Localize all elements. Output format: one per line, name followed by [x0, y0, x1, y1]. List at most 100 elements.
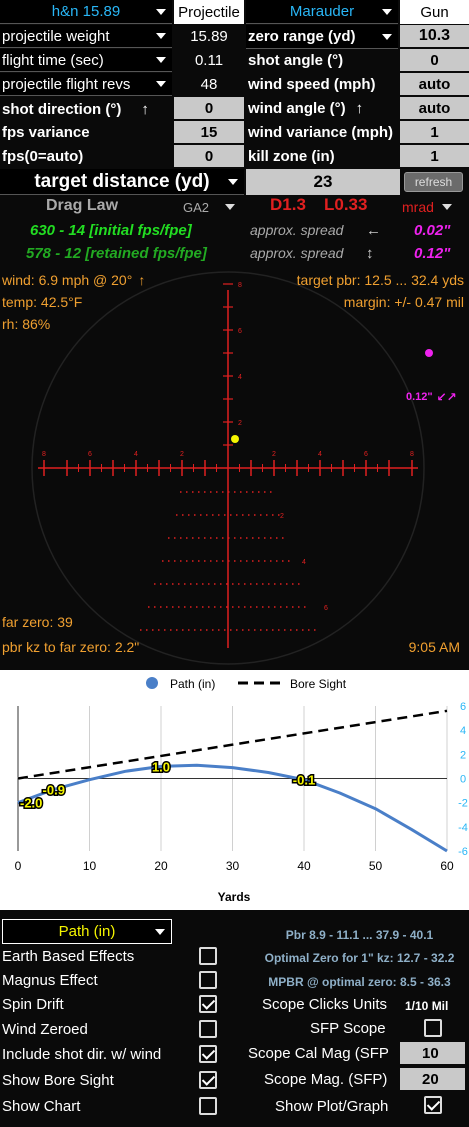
time-readout: 9:05 AM [408, 639, 460, 655]
reticle-h-label: 6 [364, 451, 368, 458]
chart-ticks: 0 10 20 30 40 50 606420-2-4-6 [15, 701, 468, 873]
up-arrow-icon: ↑ [141, 101, 149, 118]
spread-note-text: 0.12" [406, 391, 433, 403]
fps-variance-label: fps variance [2, 124, 90, 141]
chart-y-tick-label: 0 [460, 774, 466, 786]
gun-select[interactable]: Marauder [246, 0, 398, 24]
flight-revs-select[interactable]: projectile flight revs [0, 73, 172, 96]
chevron-down-icon [156, 33, 166, 39]
unit-select[interactable]: mrad [402, 198, 468, 216]
show-plot-checkbox[interactable] [424, 1096, 442, 1114]
chevron-down-icon [382, 33, 392, 40]
up-down-arrow-icon: ↕ [366, 244, 374, 262]
kill-zone-label: kill zone (in) [248, 148, 335, 165]
chart-x-tick-label: 20 [154, 859, 168, 873]
reticle-v-label: 2 [238, 420, 242, 427]
scope-mag-input[interactable]: 20 [400, 1068, 465, 1090]
reticle-v-label: 4 [238, 374, 242, 381]
zero-range-select[interactable]: zero range (yd) [246, 25, 398, 49]
target-distance-select[interactable]: target distance (yd) [0, 169, 244, 195]
reticle-h-label: 4 [134, 451, 138, 458]
chart-data-label: 1.0 [152, 759, 170, 774]
caliber-select[interactable]: h&n 15.89 [0, 0, 172, 24]
chart-x-tick-label: 50 [369, 859, 383, 873]
shot-direction-input[interactable]: 0 [174, 97, 244, 119]
chart-x-tick-label: 10 [83, 859, 97, 873]
tab-projectile[interactable]: Projectile [174, 0, 244, 24]
sfp-scope-label: SFP Scope [310, 1019, 386, 1037]
d-value: D1.3 [270, 195, 306, 214]
wind-speed-input[interactable]: auto [400, 73, 469, 95]
option-checkbox[interactable] [199, 1097, 217, 1115]
impact-point [231, 435, 239, 443]
flight-time-select[interactable]: flight time (sec) [0, 49, 172, 72]
scope-view: 8 6 4 2 2 4 6 8 8 6 4 2 2 4 6 wind: 6.9 mph @ 20° ↑ te… [0, 266, 469, 666]
chart-y-tick-label: -6 [458, 846, 468, 858]
reticle-h-label: 6 [88, 451, 92, 458]
shot-direction-text: shot direction (°) [2, 101, 122, 118]
scope-cal-mag-input[interactable]: 10 [400, 1042, 465, 1064]
target-distance-input[interactable]: 23 [246, 169, 400, 195]
checkbox-label: Include shot dir. w/ wind [2, 1045, 162, 1063]
option-checkbox[interactable] [199, 947, 217, 965]
sfp-scope-checkbox[interactable] [424, 1019, 442, 1037]
flight-time-label: flight time (sec) [2, 51, 104, 69]
flight-revs-label: projectile flight revs [2, 75, 131, 93]
checkbox-label: Wind Zeroed [2, 1020, 88, 1038]
chart-y-tick-label: -2 [458, 798, 468, 810]
reticle-h-label: 2 [180, 451, 184, 458]
option-checkbox[interactable] [199, 1071, 217, 1089]
chart-x-tick-label: 0 [15, 859, 22, 873]
gun-select-label: Marauder [289, 3, 355, 20]
projectile-weight-label: projectile weight [2, 27, 110, 45]
drag-model-select[interactable]: GA2 [183, 198, 243, 216]
pbr-kz-readout: pbr kz to far zero: 2.2" [2, 639, 140, 655]
zero-range-input[interactable]: 10.3 [400, 25, 469, 47]
mpbr-info: MPBR @ optimal zero: 8.5 - 36.3 [268, 975, 451, 989]
projectile-weight-select[interactable]: projectile weight [0, 25, 172, 48]
chevron-down-icon [156, 81, 166, 87]
chart-legend: Path (in) Bore Sight [146, 677, 347, 691]
target-pbr-readout: target pbr: 12.5 ... 32.4 yds [296, 272, 464, 288]
refresh-button[interactable]: refresh [404, 172, 463, 192]
scope-clicks-select[interactable]: 1/10 Mil [405, 996, 469, 1016]
header-row: h&n 15.89 Projectile Marauder Gun [0, 0, 469, 24]
chart-x-tick-label: 60 [440, 859, 454, 873]
fps-auto-input[interactable]: 0 [174, 145, 244, 167]
trajectory-chart-svg: Path (in) Bore Sight 0 10 20 30 40 50 606420-2… [15, 677, 468, 904]
tab-gun[interactable]: Gun [400, 0, 469, 24]
option-checkbox[interactable] [199, 1045, 217, 1063]
show-plot-label: Show Plot/Graph [275, 1097, 389, 1115]
option-checkbox[interactable] [199, 1020, 217, 1038]
wind-readout: wind: 6.9 mph @ 20° ↑ [2, 270, 145, 290]
chart-x-axis-label: Yards [218, 890, 251, 904]
pbr-info: Pbr 8.9 - 11.1 ... 37.9 - 40.1 [285, 928, 434, 942]
wind-variance-label: wind variance (mph) [248, 124, 394, 141]
reticle-holdover-label: 4 [302, 559, 306, 566]
chevron-down-icon [225, 204, 236, 210]
spread-horizontal-label: approx. spread [250, 222, 344, 238]
humidity-readout: rh: 86% [2, 316, 51, 332]
option-checkbox[interactable] [199, 971, 217, 989]
checkbox-label: Earth Based Effects [2, 947, 135, 965]
kill-zone-input[interactable]: 1 [400, 145, 469, 167]
tab-projectile-label: Projectile [178, 3, 240, 21]
margin-readout: margin: +/- 0.47 mil [343, 294, 464, 310]
fps-variance-input[interactable]: 15 [174, 121, 244, 143]
option-checkbox[interactable] [199, 995, 217, 1013]
wind-speed-label: wind speed (mph) [248, 76, 376, 93]
chart-series-select[interactable]: Path (in) [2, 919, 172, 944]
legend-path-label: Path (in) [170, 677, 215, 691]
trajectory-chart: Path (in) Bore Sight 0 10 20 30 40 50 60 6 4 2 0 -2… [0, 670, 469, 910]
shot-direction-label: shot direction (°) ↑ [2, 98, 172, 121]
wind-angle-input[interactable]: auto [400, 97, 469, 119]
chart-y-tick-label: 4 [460, 725, 466, 737]
wind-variance-input[interactable]: 1 [400, 121, 469, 143]
shot-angle-input[interactable]: 0 [400, 49, 469, 71]
spread-vertical-value: 0.12" [414, 244, 451, 262]
wind-arrow-icon: ↑ [138, 272, 146, 288]
unit-value: mrad [402, 199, 434, 215]
chevron-down-icon [441, 204, 452, 210]
chart-data-label: -0.1 [293, 773, 315, 788]
l-value: L0.33 [324, 195, 368, 214]
